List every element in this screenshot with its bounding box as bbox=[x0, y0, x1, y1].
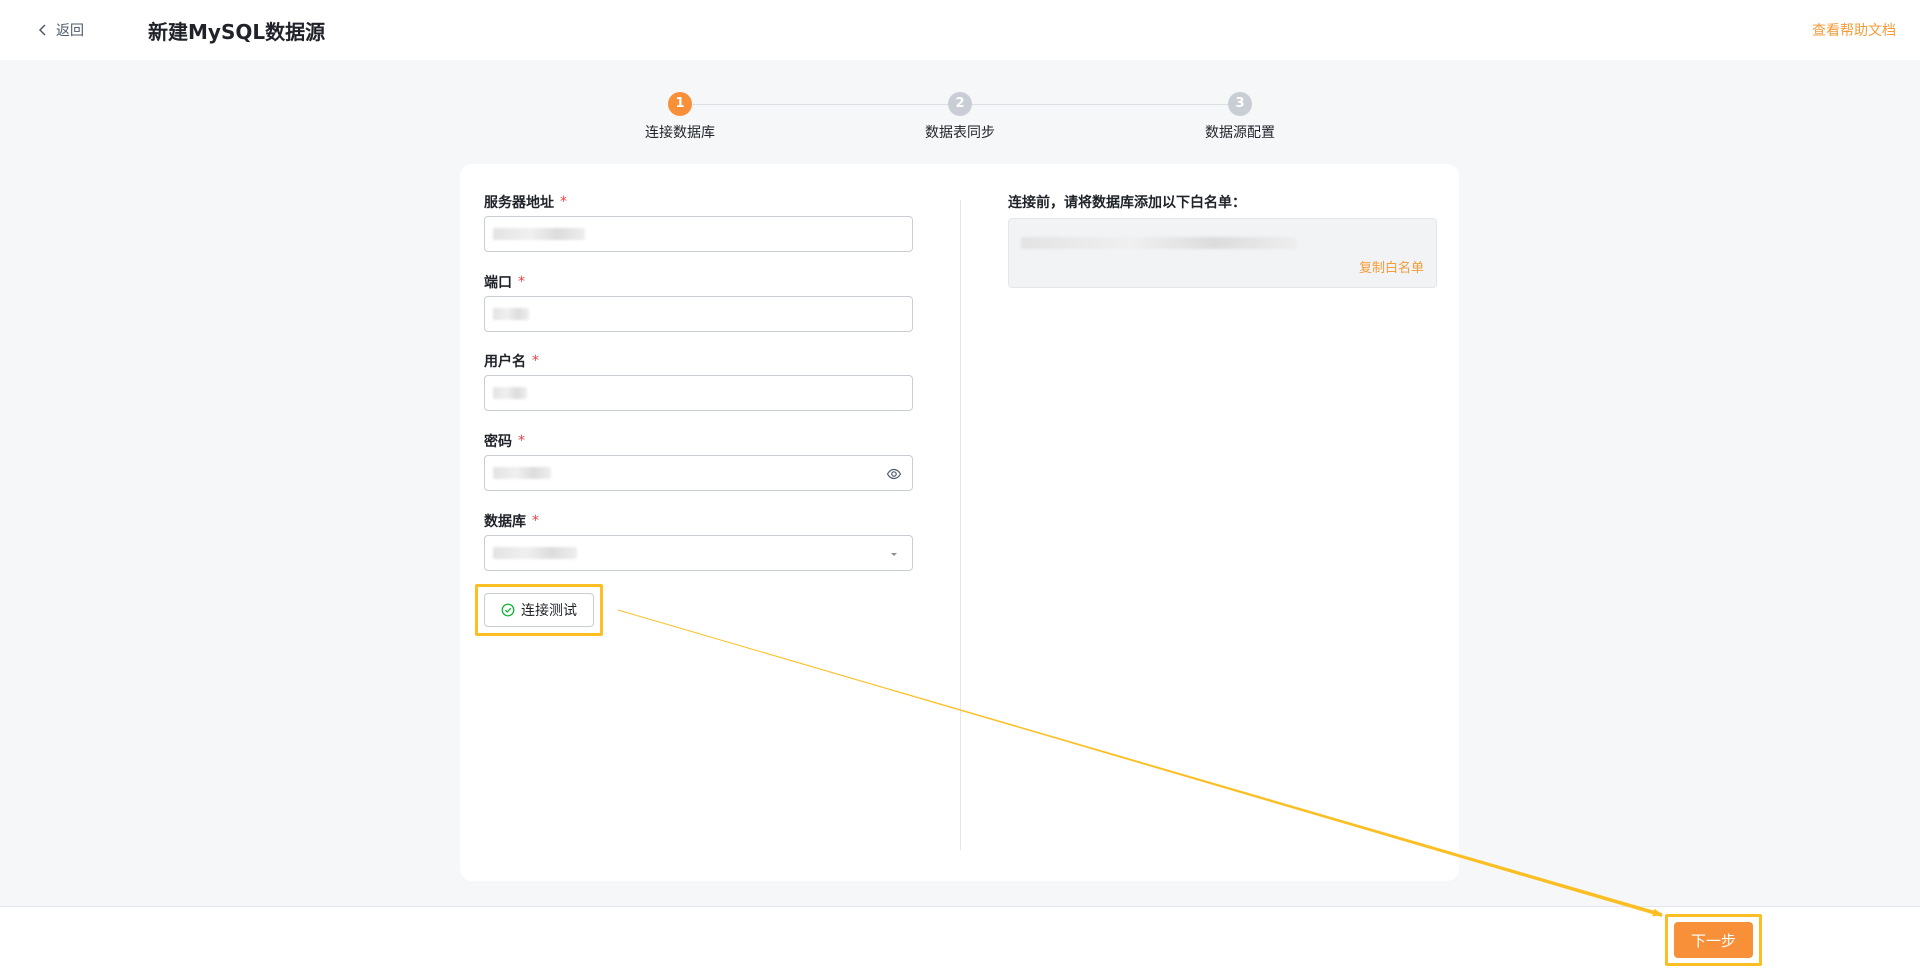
password-input[interactable] bbox=[484, 455, 913, 491]
required-mark: * bbox=[532, 513, 539, 529]
next-step-button[interactable]: 下一步 bbox=[1674, 922, 1753, 958]
database-select[interactable] bbox=[484, 535, 913, 571]
caret-down-icon bbox=[891, 553, 897, 556]
redacted-value bbox=[493, 547, 577, 559]
test-connection-label: 连接测试 bbox=[521, 603, 577, 619]
required-mark: * bbox=[518, 433, 525, 449]
step-label: 连接数据库 bbox=[645, 125, 715, 141]
step-number: 3 bbox=[1228, 92, 1252, 116]
chevron-left-icon bbox=[38, 24, 46, 36]
back-label: 返回 bbox=[56, 23, 84, 39]
host-label: 服务器地址 bbox=[484, 195, 554, 211]
username-input[interactable] bbox=[484, 375, 913, 411]
page-header: 返回 新建MySQL数据源 查看帮助文档 bbox=[0, 0, 1920, 60]
password-field: 密码 * bbox=[484, 431, 913, 491]
host-field: 服务器地址 * bbox=[484, 192, 913, 252]
redacted-value bbox=[1021, 237, 1297, 249]
port-field: 端口 * bbox=[484, 272, 913, 332]
required-mark: * bbox=[560, 194, 567, 210]
test-connection-button[interactable]: 连接测试 bbox=[484, 593, 594, 627]
help-doc-link[interactable]: 查看帮助文档 bbox=[1812, 20, 1896, 40]
page-title: 新建MySQL数据源 bbox=[148, 20, 326, 44]
host-input[interactable] bbox=[484, 216, 913, 252]
highlight-box: 连接测试 bbox=[475, 584, 603, 636]
username-field: 用户名 * bbox=[484, 351, 913, 411]
step-2: 2 数据表同步 bbox=[890, 92, 1030, 142]
form-card: 服务器地址 * 端口 * 用户名 * 密码 * 数据库 * 连接测试 连接前，请… bbox=[460, 164, 1459, 881]
whitelist-title: 连接前，请将数据库添加以下白名单： bbox=[1008, 195, 1246, 211]
required-mark: * bbox=[518, 274, 525, 290]
vertical-divider bbox=[960, 200, 961, 850]
eye-icon[interactable] bbox=[886, 466, 902, 482]
page-footer: 下一步 bbox=[0, 906, 1920, 970]
port-label: 端口 bbox=[484, 275, 512, 291]
check-circle-icon bbox=[501, 603, 515, 617]
step-number: 1 bbox=[668, 92, 692, 116]
password-label: 密码 bbox=[484, 434, 512, 450]
database-field: 数据库 * bbox=[484, 511, 913, 571]
step-number: 2 bbox=[948, 92, 972, 116]
step-1: 1 连接数据库 bbox=[610, 92, 750, 142]
content-area: 1 连接数据库 2 数据表同步 3 数据源配置 服务器地址 * 端口 * 用户名… bbox=[0, 60, 1920, 906]
required-mark: * bbox=[532, 353, 539, 369]
port-input[interactable] bbox=[484, 296, 913, 332]
redacted-value bbox=[493, 387, 527, 399]
stepper: 1 连接数据库 2 数据表同步 3 数据源配置 bbox=[0, 92, 1920, 152]
back-button[interactable]: 返回 bbox=[36, 18, 84, 42]
redacted-value bbox=[493, 308, 529, 320]
whitelist-box: 复制白名单 bbox=[1008, 218, 1437, 288]
copy-whitelist-link[interactable]: 复制白名单 bbox=[1359, 257, 1424, 276]
step-3: 3 数据源配置 bbox=[1170, 92, 1310, 142]
redacted-value bbox=[493, 467, 551, 479]
highlight-box: 下一步 bbox=[1665, 914, 1762, 966]
username-label: 用户名 bbox=[484, 354, 526, 370]
database-label: 数据库 bbox=[484, 514, 526, 530]
step-label: 数据表同步 bbox=[925, 125, 995, 141]
redacted-value bbox=[493, 228, 585, 240]
step-label: 数据源配置 bbox=[1205, 125, 1275, 141]
